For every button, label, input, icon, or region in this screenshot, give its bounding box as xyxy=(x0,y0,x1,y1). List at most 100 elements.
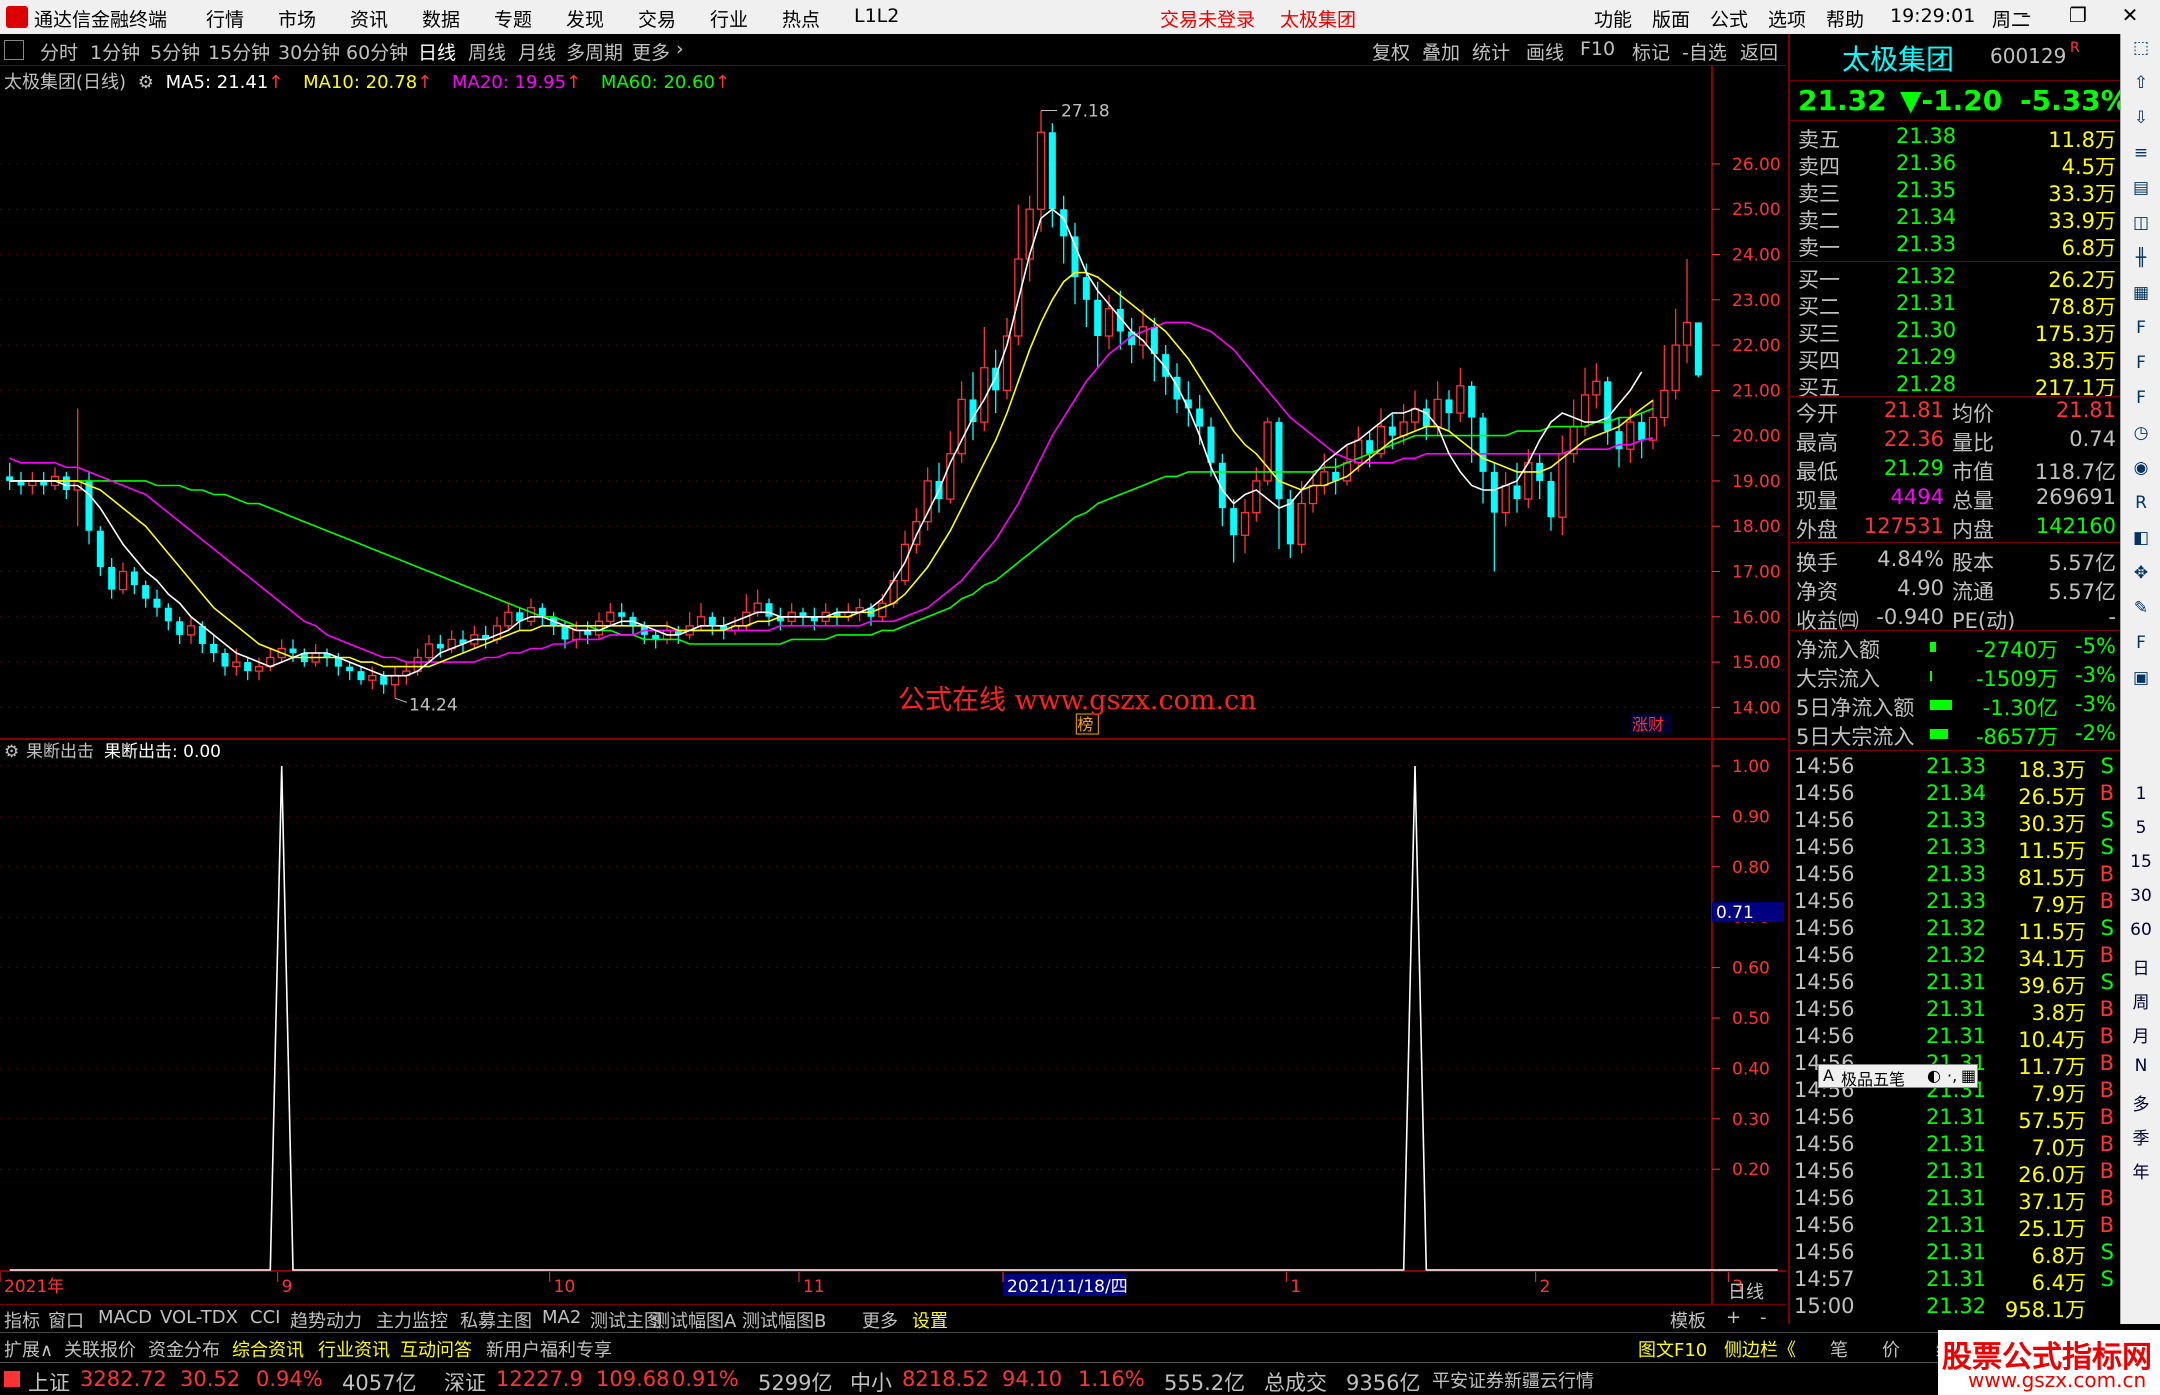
period-5min[interactable]: 5分钟 xyxy=(150,38,200,65)
period-shortcut[interactable]: 15 xyxy=(2125,852,2157,880)
indicator-tab[interactable]: MA2 xyxy=(542,1307,581,1328)
side-tab[interactable]: 侧边栏《 xyxy=(1724,1336,1796,1362)
menu-toggle-icon[interactable] xyxy=(4,40,24,60)
ask-row[interactable]: 卖四 21.36 4.5万 xyxy=(1790,151,2120,179)
kline-chart[interactable]: 26.0025.0024.0023.0022.0021.0020.0019.00… xyxy=(0,66,1786,1306)
ime-moon-icon[interactable]: ◐ xyxy=(1927,1066,1941,1085)
extension-tab[interactable]: 扩展∧ xyxy=(4,1336,53,1362)
side-tab[interactable]: 价 xyxy=(1882,1336,1900,1362)
table-icon[interactable]: ▤ xyxy=(2125,178,2157,206)
arrow-up-icon[interactable]: ⬚ xyxy=(2125,38,2157,66)
minimize-icon[interactable]: – xyxy=(2008,3,2044,31)
period-monthly[interactable]: 月线 xyxy=(518,38,556,65)
period-shortcut[interactable]: 周 xyxy=(2125,988,2157,1016)
period-1min[interactable]: 1分钟 xyxy=(90,38,140,65)
add-pane-button[interactable]: + xyxy=(1726,1307,1741,1328)
ask-row[interactable]: 卖一 21.33 6.8万 xyxy=(1790,232,2120,260)
extension-tab[interactable]: 资金分布 xyxy=(148,1336,220,1362)
candle-icon[interactable]: ╫ xyxy=(2125,248,2157,276)
split-icon[interactable]: ◧ xyxy=(2125,528,2157,556)
period-shortcut[interactable]: 年 xyxy=(2125,1158,2157,1186)
period-shortcut[interactable]: 60 xyxy=(2125,920,2157,948)
period-daily[interactable]: 日线 xyxy=(418,38,456,65)
menu-layout[interactable]: 版面 xyxy=(1652,5,1690,32)
ask-row[interactable]: 卖二 21.34 33.9万 xyxy=(1790,205,2120,233)
indicator-tab[interactable]: 设置 xyxy=(912,1307,948,1333)
ask-row[interactable]: 卖五 21.38 11.8万 xyxy=(1790,124,2120,152)
index-name[interactable]: 上证 xyxy=(28,1367,70,1395)
side-tab[interactable]: 图文F10 xyxy=(1638,1336,1707,1362)
period-fenshi[interactable]: 分时 xyxy=(40,38,78,65)
period-30min[interactable]: 30分钟 xyxy=(278,38,340,65)
pen-icon[interactable]: ✎ xyxy=(2125,598,2157,626)
fs-icon[interactable]: F xyxy=(2125,633,2157,661)
menu-help[interactable]: 帮助 xyxy=(1826,5,1864,32)
ask-row[interactable]: 卖三 21.35 33.3万 xyxy=(1790,178,2120,206)
tool-f10[interactable]: F10 xyxy=(1580,38,1615,60)
index-name[interactable]: 中小 xyxy=(850,1367,892,1395)
menu-function[interactable]: 功能 xyxy=(1594,5,1632,32)
f2-icon[interactable]: F xyxy=(2125,353,2157,381)
period-weekly[interactable]: 周线 xyxy=(468,38,506,65)
extension-tab[interactable]: 关联报价 xyxy=(64,1336,136,1362)
bid-row[interactable]: 买一 21.32 26.2万 xyxy=(1790,264,2120,292)
indicator-tab[interactable]: 测试幅图A xyxy=(652,1307,736,1333)
period-15min[interactable]: 15分钟 xyxy=(208,38,270,65)
tool-stats[interactable]: 统计 xyxy=(1472,38,1510,65)
bid-row[interactable]: 买三 21.30 175.3万 xyxy=(1790,318,2120,346)
arrow-up-icon[interactable]: ⇩ xyxy=(2125,108,2157,136)
period-shortcut[interactable]: 30 xyxy=(2125,886,2157,914)
template-button[interactable]: 模板 xyxy=(1670,1307,1706,1333)
menu-discover[interactable]: 发现 xyxy=(566,5,604,32)
menu-l1l2[interactable]: L1L2 xyxy=(854,5,899,27)
menu-industry[interactable]: 行业 xyxy=(710,5,748,32)
side-tab[interactable]: 笔 xyxy=(1830,1336,1848,1362)
list-icon[interactable]: ≡ xyxy=(2125,143,2157,171)
extension-tab[interactable]: 新用户福利专享 xyxy=(486,1336,612,1362)
tool-adjust[interactable]: 复权 xyxy=(1372,38,1410,65)
tool-back[interactable]: 返回 xyxy=(1740,38,1778,65)
menu-trade[interactable]: 交易 xyxy=(638,5,676,32)
bang-marker[interactable]: 榜 xyxy=(1075,713,1099,735)
indicator-tab[interactable]: 更多 xyxy=(862,1307,898,1333)
indicator-tab[interactable]: 窗口 xyxy=(48,1307,84,1333)
period-shortcut[interactable]: 1 xyxy=(2125,784,2157,812)
arrow-down-icon[interactable]: ⇧ xyxy=(2125,73,2157,101)
menu-news[interactable]: 资讯 xyxy=(350,5,388,32)
period-shortcut[interactable]: 多 xyxy=(2125,1090,2157,1118)
settings-icon[interactable]: ⚙ xyxy=(4,742,19,762)
period-shortcut[interactable]: 5 xyxy=(2125,818,2157,846)
clock-icon[interactable]: ◷ xyxy=(2125,423,2157,451)
menu-options[interactable]: 选项 xyxy=(1768,5,1806,32)
menu-hot[interactable]: 热点 xyxy=(782,5,820,32)
rsi-icon[interactable]: R xyxy=(2125,493,2157,521)
ime-keyboard-icon[interactable]: ▦ xyxy=(1961,1066,1976,1085)
bid-row[interactable]: 买四 21.29 38.3万 xyxy=(1790,345,2120,373)
period-60min[interactable]: 60分钟 xyxy=(346,38,408,65)
bid-row[interactable]: 买二 21.31 78.8万 xyxy=(1790,291,2120,319)
period-shortcut[interactable]: 季 xyxy=(2125,1124,2157,1152)
indicator-tab[interactable]: MACD xyxy=(98,1307,152,1328)
f10-icon[interactable]: F xyxy=(2125,318,2157,346)
ime-punct-icon[interactable]: ·, xyxy=(1947,1066,1957,1085)
indicator-tab[interactable]: 主力监控 xyxy=(376,1307,448,1333)
period-multi[interactable]: 多周期 xyxy=(566,38,623,65)
grid-icon[interactable]: ▦ xyxy=(2125,283,2157,311)
period-more[interactable]: 更多 xyxy=(632,38,670,65)
tool-mark[interactable]: 标记 xyxy=(1632,38,1670,65)
extension-tab[interactable]: 互动问答 xyxy=(400,1336,472,1362)
ime-a-icon[interactable]: A xyxy=(1823,1066,1834,1085)
eye-icon[interactable]: ◉ xyxy=(2125,458,2157,486)
zhangcai-marker[interactable]: 涨财 xyxy=(1630,714,1672,734)
extension-tab[interactable]: 行业资讯 xyxy=(318,1336,390,1362)
tool-remove-favorite[interactable]: -自选 xyxy=(1682,38,1727,65)
move-icon[interactable]: ✥ xyxy=(2125,563,2157,591)
indicator-tab[interactable]: 测试幅图B xyxy=(742,1307,826,1333)
indicator-tab[interactable]: VOL-TDX xyxy=(160,1307,238,1328)
restore-icon[interactable]: ❐ xyxy=(2060,3,2096,31)
menu-formula[interactable]: 公式 xyxy=(1710,5,1748,32)
ime-name[interactable]: 极品五笔 xyxy=(1841,1066,1905,1090)
tool-draw[interactable]: 画线 xyxy=(1526,38,1564,65)
menu-market[interactable]: 市场 xyxy=(278,5,316,32)
tile-icon[interactable]: ▣ xyxy=(2125,668,2157,696)
